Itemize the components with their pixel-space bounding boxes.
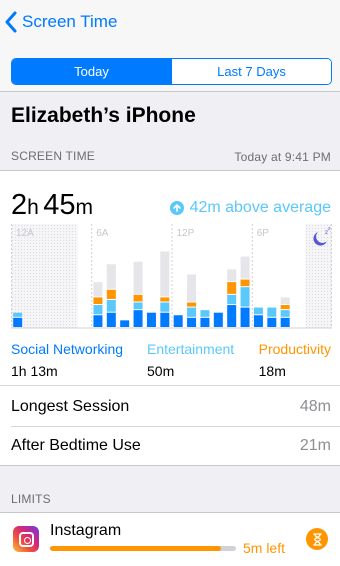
bar-segment xyxy=(133,261,143,294)
bar-segment xyxy=(280,317,290,327)
bar-segment xyxy=(93,282,103,297)
bar-segment xyxy=(187,274,197,302)
bar-segment xyxy=(187,302,197,307)
segment-area: Today Last 7 Days xyxy=(0,44,340,92)
bar-segment xyxy=(13,312,23,317)
average-comparison: 42m above average xyxy=(169,199,331,217)
bar-segment xyxy=(240,279,250,287)
screen-time-screen: Screen Time Today Last 7 Days Elizabeth’… xyxy=(0,0,340,566)
time-remaining: 5m left xyxy=(242,540,285,556)
device-title: Elizabeth’s iPhone xyxy=(11,104,196,127)
night-shade xyxy=(11,224,78,328)
total-usage: 2h 45m xyxy=(11,189,93,222)
section-label: LIMITS xyxy=(11,492,51,506)
tick-label: 6P xyxy=(257,228,270,239)
bar-segment xyxy=(213,312,223,327)
usage-card[interactable]: 2h 45m 42m above average 12A 6A 12P 6P z z So… xyxy=(0,170,340,466)
bar-segment xyxy=(227,294,237,305)
bar-segment xyxy=(227,269,237,282)
stat-label: Longest Session xyxy=(11,398,130,415)
limit-progress-bar xyxy=(50,546,236,551)
bar-segment xyxy=(227,282,237,294)
tick-label: 12P xyxy=(177,228,195,239)
legend-value: 18m xyxy=(258,363,286,379)
bar-segment xyxy=(106,299,116,312)
legend-entertainment: Entertainment 50m xyxy=(147,341,234,379)
stat-value: 48m xyxy=(299,398,331,415)
legend-value: 1h 13m xyxy=(11,363,58,379)
bar-segment xyxy=(200,317,210,327)
screen-time-section-header: SCREEN TIME Today at 9:41 PM xyxy=(0,148,340,170)
updated-timestamp: Today at 9:41 PM xyxy=(234,150,331,164)
bar-segment xyxy=(93,315,103,327)
bar-segment xyxy=(267,317,277,327)
total-hours: 2 xyxy=(11,189,28,221)
bar-segment xyxy=(280,297,290,305)
legend-name: Entertainment xyxy=(147,341,235,357)
back-button[interactable]: Screen Time xyxy=(4,9,117,35)
limit-progress-fill xyxy=(50,546,222,551)
legend-social-networking: Social Networking 1h 13m xyxy=(11,341,123,379)
total-minutes: 45 xyxy=(43,189,76,221)
app-limit-row-instagram[interactable]: Instagram 5m left xyxy=(0,512,340,566)
bar-segment xyxy=(93,305,103,315)
arrow-up-circle-icon xyxy=(169,201,184,215)
bar-segment xyxy=(160,312,170,327)
bar-segment xyxy=(227,305,237,327)
chevron-left-icon xyxy=(5,11,17,33)
bar-segment xyxy=(240,287,250,307)
bar-segment xyxy=(280,305,290,310)
bar-segment xyxy=(160,251,170,297)
bar-segment xyxy=(160,302,170,312)
longest-session-row[interactable]: Longest Session 48m xyxy=(0,387,340,426)
bar-segment xyxy=(173,315,183,327)
legend-value: 50m xyxy=(147,363,175,379)
bar-segment xyxy=(133,310,143,327)
stat-label: After Bedtime Use xyxy=(11,437,141,454)
bar-segment xyxy=(93,297,103,305)
night-shade xyxy=(305,224,332,328)
bar-segment xyxy=(106,312,116,327)
minutes-unit: m xyxy=(75,196,94,219)
stat-value: 21m xyxy=(299,437,331,454)
back-label: Screen Time xyxy=(22,12,118,31)
bar-segment xyxy=(267,307,277,317)
hours-unit: h xyxy=(27,196,39,219)
instagram-icon xyxy=(13,526,39,552)
divider xyxy=(0,385,340,386)
hourly-usage-chart: 12A 6A 12P 6P zz xyxy=(11,224,332,329)
bar-segment xyxy=(253,307,263,315)
bar-segment xyxy=(187,317,197,327)
bar-segment xyxy=(106,264,116,289)
bar-segment xyxy=(187,307,197,317)
bar-segment xyxy=(133,294,143,302)
legend-name: Productivity xyxy=(258,341,331,357)
bar-segment xyxy=(160,297,170,302)
tick-label: 6A xyxy=(96,228,109,239)
legend-productivity: Productivity 18m xyxy=(259,341,331,379)
bar-segment xyxy=(106,289,116,299)
navigation-bar: Screen Time xyxy=(0,0,340,44)
bar-segment xyxy=(13,317,23,327)
comparison-text: 42m above average xyxy=(189,199,331,216)
segment-last-7-days[interactable]: Last 7 Days xyxy=(171,59,331,84)
legend-name: Social Networking xyxy=(11,341,124,357)
bar-segment xyxy=(133,302,143,310)
bar-segment xyxy=(280,310,290,317)
bar-segment xyxy=(240,256,250,279)
segment-today[interactable]: Today xyxy=(12,59,171,84)
bar-segment xyxy=(146,312,156,327)
bar-segment xyxy=(240,307,250,327)
bar-segment xyxy=(253,315,263,327)
hourglass-icon xyxy=(306,528,328,550)
bar-segment xyxy=(120,320,130,327)
period-segmented-control: Today Last 7 Days xyxy=(11,58,332,85)
section-label: SCREEN TIME xyxy=(11,149,95,163)
app-name: Instagram xyxy=(50,522,122,539)
tick-label: 12A xyxy=(16,228,34,239)
bar-segment xyxy=(200,310,210,317)
after-bedtime-row[interactable]: After Bedtime Use 21m xyxy=(0,426,340,465)
